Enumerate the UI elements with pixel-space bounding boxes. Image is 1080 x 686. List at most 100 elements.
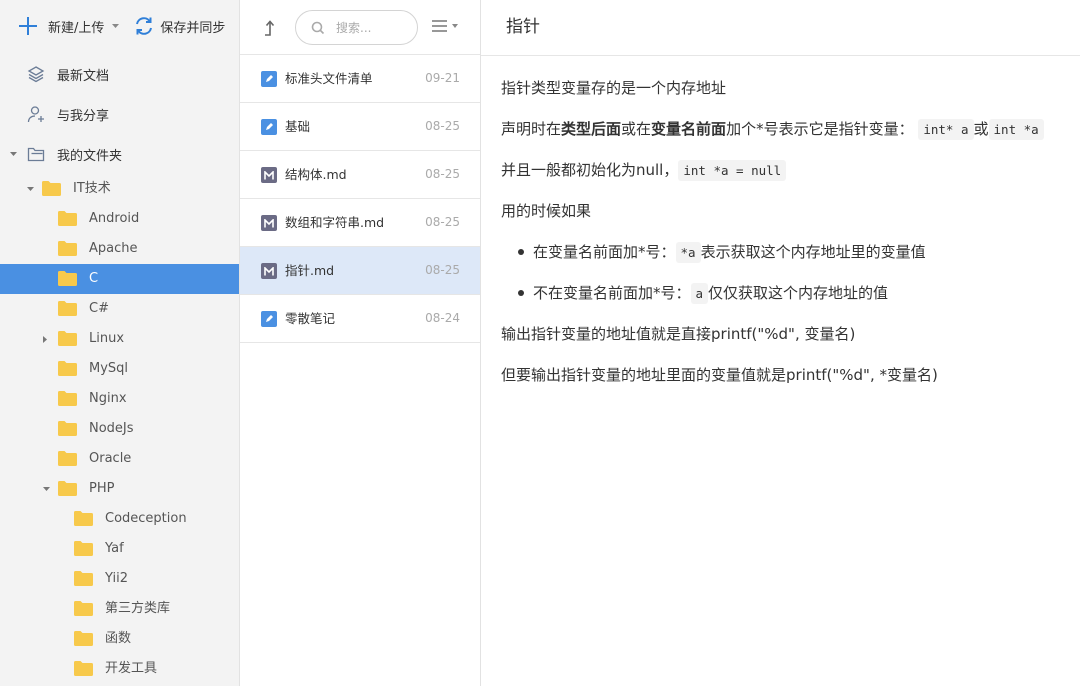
caret-down-icon — [112, 24, 120, 28]
folder-icon — [58, 331, 77, 350]
inline-code: *a — [675, 242, 701, 263]
sync-icon — [136, 17, 153, 35]
note-date: 08-25 — [425, 119, 460, 133]
folder-mysql[interactable]: MySql — [0, 354, 239, 384]
nav-my-folders[interactable]: 我的文件夹 — [0, 139, 239, 169]
search-input[interactable] — [336, 19, 411, 37]
folder-icon — [74, 541, 93, 560]
note-title: 标准头文件清单 — [285, 71, 373, 86]
folder-csharp[interactable]: C# — [0, 294, 239, 324]
folder-nginx[interactable]: Nginx — [0, 384, 239, 414]
folder-third-party[interactable]: 第三方类库 — [0, 594, 239, 624]
new-upload-button[interactable]: 新建/上传 — [18, 16, 120, 36]
folder-label: Yii2 — [105, 571, 128, 586]
folder-icon — [74, 571, 93, 590]
note-date: 09-21 — [425, 71, 460, 85]
caret-expanded-icon[interactable] — [43, 474, 50, 504]
note-item[interactable]: 基础 08-25 — [240, 103, 480, 151]
markdown-icon — [261, 167, 277, 183]
paragraph: 输出指针变量的地址值就是直接printf("%d", 变量名) — [501, 325, 856, 343]
paragraph: 用的时候如果 — [501, 202, 592, 220]
folder-label: PHP — [89, 481, 115, 496]
note-item[interactable]: 标准头文件清单 09-21 — [240, 55, 480, 103]
search-box[interactable] — [295, 10, 418, 45]
search-icon — [311, 21, 325, 35]
folder-label: MySql — [89, 361, 129, 376]
folder-icon — [74, 631, 93, 650]
folder-icon — [74, 511, 93, 530]
note-date: 08-25 — [425, 215, 460, 229]
folder-label: 开发工具 — [105, 661, 158, 676]
list-item: 不在变量名前面加*号： a 仅仅获取这个内存地址的值 — [533, 283, 889, 304]
note-title: 结构体.md — [285, 167, 347, 182]
folder-nodejs[interactable]: NodeJs — [0, 414, 239, 444]
note-title: 数组和字符串.md — [285, 215, 385, 230]
note-list-toolbar — [240, 0, 480, 55]
note-title: 指针.md — [285, 263, 335, 278]
folder-icon — [58, 241, 77, 260]
inline-code: int *a = null — [678, 160, 787, 181]
markdown-icon — [261, 263, 277, 279]
folder-icon — [58, 481, 77, 500]
folder-label: C# — [89, 301, 109, 316]
list-menu-icon — [432, 20, 447, 32]
note-item[interactable]: 数组和字符串.md 08-25 — [240, 199, 480, 247]
sidebar: 新建/上传 保存并同步 最新文档 与我分享 我的文件夹 IT技术 Android… — [0, 0, 240, 686]
new-upload-label: 新建/上传 — [48, 20, 105, 36]
note-item[interactable]: 零散笔记 08-24 — [240, 295, 480, 343]
folder-icon — [58, 451, 77, 470]
folder-label: Codeception — [105, 511, 187, 526]
folder-apache[interactable]: Apache — [0, 234, 239, 264]
folder-icon — [58, 391, 77, 410]
folder-oracle[interactable]: Oracle — [0, 444, 239, 474]
folder-c[interactable]: C — [0, 264, 239, 294]
bullet-icon — [518, 249, 524, 255]
paragraph: 但要输出指针变量的地址里面的变量值就是printf("%d", *变量名) — [501, 366, 938, 384]
paragraph: 指针类型变量存的是一个内存地址 — [501, 79, 727, 97]
nav-my-folders-label: 我的文件夹 — [57, 148, 123, 164]
inline-code: a — [690, 283, 709, 304]
folder-icon — [58, 271, 77, 290]
inline-code: int* a — [918, 119, 974, 140]
caret-down-icon — [452, 24, 458, 28]
bullet-icon — [518, 290, 524, 296]
folder-label: C — [89, 271, 99, 286]
folder-functions[interactable]: 函数 — [0, 624, 239, 654]
markdown-icon — [261, 215, 277, 231]
save-sync-button[interactable]: 保存并同步 — [133, 15, 225, 37]
layers-icon — [27, 65, 45, 83]
folder-icon — [58, 301, 77, 320]
sidebar-toolbar: 新建/上传 保存并同步 — [0, 0, 239, 52]
note-icon — [261, 119, 277, 135]
parent-folder-button[interactable] — [262, 17, 280, 41]
folder-linux[interactable]: Linux — [0, 324, 239, 354]
caret-expanded-icon — [27, 174, 34, 204]
nav-shared-with-me[interactable]: 与我分享 — [0, 99, 239, 129]
note-title: 零散笔记 — [285, 311, 336, 326]
folder-android[interactable]: Android — [0, 204, 239, 234]
folder-yaf[interactable]: Yaf — [0, 534, 239, 564]
note-title-heading[interactable]: 指针 — [481, 0, 1080, 56]
folder-php[interactable]: PHP — [0, 474, 239, 504]
folder-icon — [74, 601, 93, 620]
caret-collapsed-icon[interactable] — [43, 324, 47, 354]
note-date: 08-25 — [425, 167, 460, 181]
note-icon — [261, 71, 277, 87]
folder-yii2[interactable]: Yii2 — [0, 564, 239, 594]
folder-it-tech[interactable]: IT技术 — [0, 174, 239, 204]
folder-dev-tools[interactable]: 开发工具 — [0, 654, 239, 684]
plus-icon — [19, 17, 37, 35]
note-date: 08-24 — [425, 311, 460, 325]
inline-code: int *a — [988, 119, 1044, 140]
sort-menu-button[interactable] — [432, 19, 458, 33]
folder-label: Yaf — [105, 541, 124, 556]
paragraph: 并且一般都初始化为null， int *a = null — [501, 159, 787, 182]
folder-icon — [58, 421, 77, 440]
folders-icon — [27, 145, 45, 163]
save-sync-label: 保存并同步 — [160, 20, 226, 36]
folder-label: Nginx — [89, 391, 127, 406]
nav-recent-docs[interactable]: 最新文档 — [0, 59, 239, 89]
note-item[interactable]: 结构体.md 08-25 — [240, 151, 480, 199]
note-item[interactable]: 指针.md 08-25 — [240, 247, 480, 295]
folder-codeception[interactable]: Codeception — [0, 504, 239, 534]
